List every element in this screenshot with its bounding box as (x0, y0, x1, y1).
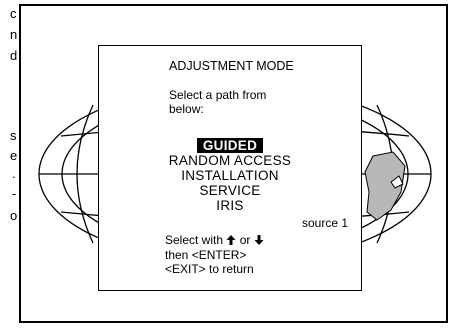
side-text-line: c (10, 6, 17, 21)
menu-item-random-access[interactable]: RANDOM ACCESS (99, 153, 361, 168)
menu-item-guided[interactable]: GUIDED (99, 138, 361, 153)
help-select-prefix: Select with (165, 233, 224, 247)
menu-item-label: SERVICE (199, 183, 261, 198)
help-select-line: Select with or (165, 233, 264, 247)
help-exit-line: <EXIT> to return (165, 262, 254, 276)
side-text-line: d (10, 48, 18, 63)
side-text-line: . (12, 166, 16, 181)
side-text-line: - (12, 186, 17, 201)
menu-item-label: INSTALLATION (181, 168, 279, 183)
side-text-line: n (10, 27, 18, 42)
menu-item-label: RANDOM ACCESS (168, 153, 292, 168)
side-text-line: o (10, 208, 18, 223)
help-select-or: or (239, 233, 251, 247)
help-enter-line: then <ENTER> (165, 248, 247, 262)
down-arrow-icon (254, 235, 264, 245)
side-text-line: s (10, 128, 17, 143)
source-indicator: source 1 (302, 216, 349, 230)
projector-screen: ADJUSTMENT MODE Select a path from below… (19, 4, 448, 323)
menu-item-installation[interactable]: INSTALLATION (99, 168, 361, 183)
menu-prompt-line2: below: (169, 102, 204, 116)
side-text-line: e (10, 148, 18, 163)
adjustment-mode-menu: ADJUSTMENT MODE Select a path from below… (98, 45, 362, 291)
menu-item-label: GUIDED (196, 138, 264, 153)
menu-item-label: IRIS (216, 198, 244, 213)
menu-title: ADJUSTMENT MODE (169, 59, 294, 73)
up-arrow-icon (226, 235, 236, 245)
menu-item-iris[interactable]: IRIS (99, 198, 361, 213)
menu-prompt-line1: Select a path from (169, 88, 267, 102)
menu-item-service[interactable]: SERVICE (99, 183, 361, 198)
